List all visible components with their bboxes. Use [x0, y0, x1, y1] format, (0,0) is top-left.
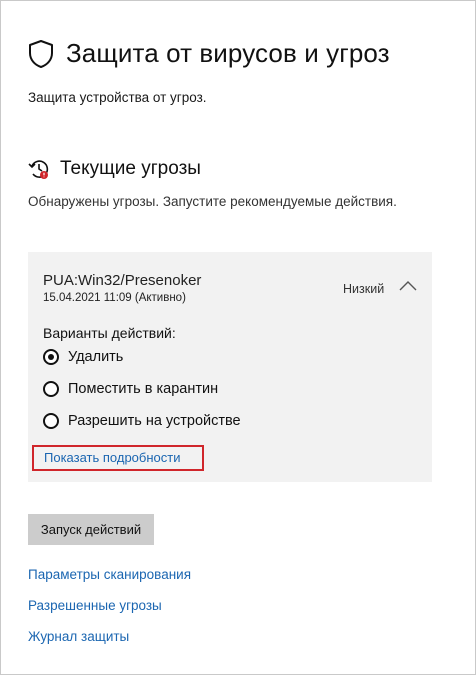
threat-history-icon	[28, 158, 50, 180]
page-title: Защита от вирусов и угроз	[66, 38, 390, 68]
chevron-up-icon[interactable]	[399, 279, 417, 291]
threat-card: PUA:Win32/Presenoker 15.04.2021 11:09 (А…	[28, 252, 432, 482]
radio-label: Поместить в карантин	[68, 381, 219, 397]
allowed-threats-link[interactable]: Разрешенные угрозы	[28, 598, 162, 613]
run-actions-button[interactable]: Запуск действий	[28, 514, 154, 545]
threat-name: PUA:Win32/Presenoker	[43, 272, 202, 289]
protection-history-link[interactable]: Журнал защиты	[28, 629, 129, 644]
section-title: Текущие угрозы	[60, 158, 201, 179]
show-details-link[interactable]: Показать подробности	[44, 450, 180, 465]
actions-label: Варианты действий:	[43, 325, 176, 341]
radio-allow[interactable]: Разрешить на устройстве	[43, 413, 241, 429]
radio-button[interactable]	[43, 381, 59, 397]
radio-remove[interactable]: Удалить	[43, 349, 123, 365]
shield-icon	[28, 39, 54, 69]
threat-date: 15.04.2021 11:09 (Активно)	[43, 292, 186, 304]
current-threats-header: Текущие угрозы	[28, 158, 201, 180]
page-header: Защита от вирусов и угроз	[28, 38, 390, 69]
radio-button[interactable]	[43, 413, 59, 429]
radio-quarantine[interactable]: Поместить в карантин	[43, 381, 218, 397]
radio-label: Разрешить на устройстве	[68, 413, 241, 429]
severity-label: Низкий	[343, 282, 385, 296]
radio-button-checked[interactable]	[43, 349, 59, 365]
scan-options-link[interactable]: Параметры сканирования	[28, 567, 191, 582]
section-description: Обнаружены угрозы. Запустите рекомендуем…	[28, 194, 397, 209]
radio-label: Удалить	[68, 349, 124, 365]
page-subtitle: Защита устройства от угроз.	[28, 90, 207, 105]
